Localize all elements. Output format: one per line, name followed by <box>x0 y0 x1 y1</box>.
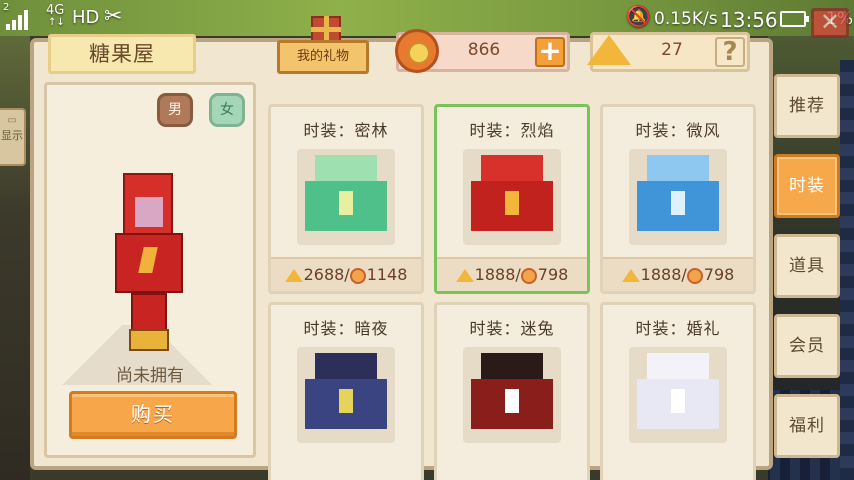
show-toggle-label: 显示 <box>1 129 23 142</box>
close-button[interactable]: ✕ <box>811 8 849 38</box>
outfit-image <box>463 347 561 443</box>
coin-price: 798 <box>537 265 569 284</box>
my-gifts-label: 我的礼物 <box>277 40 369 74</box>
coin-amount: 866 <box>467 40 501 60</box>
cheese-price: 1888/ <box>474 265 521 284</box>
tab-2[interactable]: 时装 <box>774 154 840 218</box>
clock: 13:56 <box>720 8 778 32</box>
tab-1[interactable]: 推荐 <box>774 74 840 138</box>
outfit-figure <box>637 155 719 237</box>
network-speed: 0.15K/s <box>654 9 718 29</box>
network-type: 4G <box>46 3 65 18</box>
add-coins-button[interactable]: + <box>535 37 565 67</box>
hd-indicator: HD <box>72 7 100 28</box>
cheese-icon <box>284 269 303 282</box>
outfit-price: 1888/798 <box>437 257 587 291</box>
cheese-icon <box>621 269 640 282</box>
outfit-title: 时装：婚礼 <box>635 319 721 338</box>
outfit-card[interactable]: 时装：烈焰 1888/798 <box>434 104 590 294</box>
cheese-icon <box>587 35 631 65</box>
gender-female-button[interactable]: 女 <box>209 93 245 127</box>
cheese-price: 2688/ <box>303 265 350 284</box>
outfit-image <box>629 149 727 245</box>
outfit-title: 时装：暗夜 <box>303 319 389 338</box>
outfit-title: 时装：烈焰 <box>469 121 555 140</box>
cheese-icon <box>455 269 474 282</box>
shop-title: 糖果屋 <box>48 34 196 74</box>
outfit-figure <box>471 155 553 237</box>
outfit-price: 2688/1148 <box>271 257 421 291</box>
outfit-figure <box>305 353 387 435</box>
show-toggle-button[interactable]: ▭ 显示 <box>0 108 26 166</box>
outfit-card[interactable]: 时装：迷兔 <box>434 302 590 480</box>
outfit-figure <box>471 353 553 435</box>
battery-icon <box>780 11 809 27</box>
outfit-title: 时装：迷兔 <box>469 319 555 338</box>
outfit-figure <box>637 353 719 435</box>
outfit-card[interactable]: 时装：暗夜 <box>268 302 424 480</box>
outfit-title: 时装：微风 <box>635 121 721 140</box>
outfit-card[interactable]: 时装：微风 1888/798 <box>600 104 756 294</box>
coin-balance: 866 + <box>395 29 570 73</box>
game-background-blocks <box>840 60 854 480</box>
ownership-status: 尚未拥有 <box>116 366 184 386</box>
tab-3[interactable]: 道具 <box>774 234 840 298</box>
outfit-image <box>297 149 395 245</box>
outfit-figure <box>305 155 387 237</box>
outfit-image <box>297 347 395 443</box>
signal-icon <box>6 8 28 30</box>
coin-price: 798 <box>703 265 735 284</box>
my-gifts-button[interactable]: 我的礼物 <box>277 14 369 76</box>
gender-male-button[interactable]: 男 <box>157 93 193 127</box>
cheese-price: 1888/ <box>640 265 687 284</box>
tab-4[interactable]: 会员 <box>774 314 840 378</box>
coin-icon <box>395 29 439 73</box>
coin-icon <box>349 267 366 284</box>
cheese-amount: 27 <box>661 40 683 60</box>
mute-bell-icon: 🔕 <box>626 4 651 28</box>
help-button[interactable]: ? <box>715 37 745 67</box>
outfit-card[interactable]: 时装：密林 2688/1148 <box>268 104 424 294</box>
coin-icon <box>520 267 537 284</box>
outfit-title: 时装：密林 <box>303 121 389 140</box>
outfit-card[interactable]: 时装：婚礼 <box>600 302 756 480</box>
outfit-image <box>629 347 727 443</box>
coin-price: 1148 <box>366 265 408 284</box>
scissors-icon: ✂ <box>104 4 123 29</box>
cheese-balance: 27 ? <box>587 32 750 72</box>
tab-5[interactable]: 福利 <box>774 394 840 458</box>
outfit-image <box>463 149 561 245</box>
outfit-price: 1888/798 <box>603 257 753 291</box>
game-background-left <box>0 36 30 480</box>
coin-icon <box>686 267 703 284</box>
buy-button[interactable]: 购买 <box>69 391 237 439</box>
gift-icon <box>311 16 341 42</box>
data-arrows-icon: ↑↓ <box>48 17 65 28</box>
character-avatar <box>113 173 185 351</box>
outfit-preview-panel: 男 女 尚未拥有 购买 <box>44 82 256 458</box>
chat-icon: ▭ <box>7 115 17 126</box>
